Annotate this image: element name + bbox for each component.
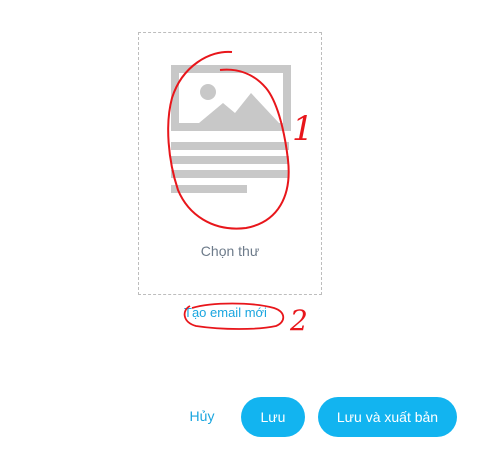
cancel-button[interactable]: Hủy [180,398,224,434]
save-and-publish-button[interactable]: Lưu và xuất bản [318,397,457,437]
text-lines-icon [171,142,289,193]
save-button[interactable]: Lưu [241,397,305,437]
choose-email-label: Chọn thư [200,243,260,259]
create-new-email-link[interactable]: Tạo email mới [184,305,267,320]
annotation-number-2: 2 [289,304,308,337]
image-placeholder-icon [171,65,291,131]
choose-email-card[interactable]: Chọn thư [138,32,322,295]
